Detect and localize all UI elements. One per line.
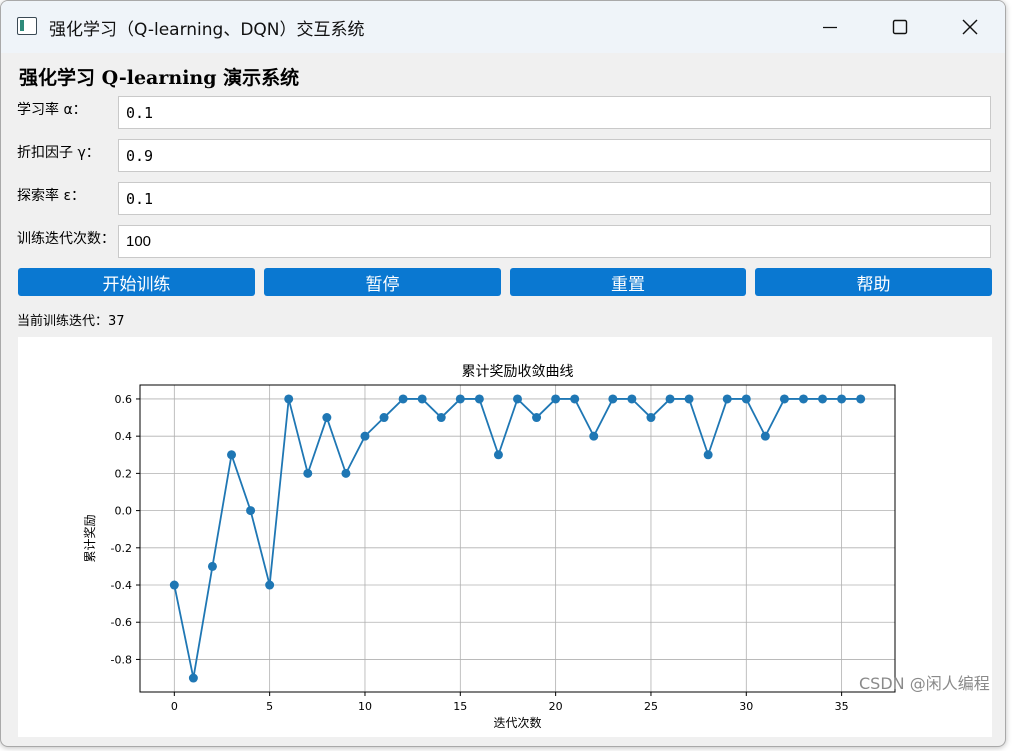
alpha-input[interactable] xyxy=(118,96,991,129)
x-tick-label: 5 xyxy=(266,700,273,713)
y-tick-label: -0.2 xyxy=(111,542,132,555)
data-point xyxy=(722,394,732,404)
data-point xyxy=(703,450,713,460)
data-point xyxy=(627,394,637,404)
y-tick-label: 0.0 xyxy=(115,505,133,518)
x-tick-label: 25 xyxy=(644,700,658,713)
chart-title: 累计奖励收敛曲线 xyxy=(462,363,574,380)
data-point xyxy=(551,394,561,404)
data-point xyxy=(169,580,179,590)
data-point xyxy=(513,394,522,404)
plot-frame xyxy=(139,384,896,693)
reset-button[interactable]: 重置 xyxy=(510,268,746,296)
series-line xyxy=(173,397,861,679)
data-point xyxy=(779,394,789,404)
data-point xyxy=(493,450,503,460)
page-title: 强化学习 Q-learning 演示系统 xyxy=(19,67,300,89)
iterations-label: 训练迭代次数： xyxy=(17,231,115,247)
window-title: 强化学习（Q-learning、DQN）交互系统 xyxy=(49,20,365,40)
current-iteration-status: 当前训练迭代：37 xyxy=(17,314,125,329)
data-point xyxy=(856,394,866,404)
x-tick-label: 35 xyxy=(835,700,849,713)
epsilon-input[interactable] xyxy=(118,182,991,215)
data-point xyxy=(570,394,580,404)
x-tick-label: 0 xyxy=(171,700,178,713)
maximize-icon xyxy=(892,19,908,35)
alpha-label: 学习率 α： xyxy=(17,102,87,118)
data-point xyxy=(207,561,217,571)
help-button[interactable]: 帮助 xyxy=(755,268,992,296)
data-point xyxy=(341,468,351,478)
data-point xyxy=(227,450,237,460)
y-axis-label: 累计奖励 xyxy=(83,514,97,562)
chart-panel: 0 5 10 15 20 25 30 35 -0.8 -0.6 -0.4 -0.2 0.0 0.2 0.4 0… xyxy=(18,337,992,737)
data-point xyxy=(646,413,656,423)
pause-button[interactable]: 暂停 xyxy=(264,268,501,296)
y-tick-label: 0.4 xyxy=(115,430,133,443)
x-tick-label: 20 xyxy=(549,700,563,713)
title-bar[interactable]: 强化学习（Q-learning、DQN）交互系统 xyxy=(1,1,1005,53)
gamma-input[interactable] xyxy=(118,139,991,172)
minimize-icon xyxy=(823,26,837,29)
watermark: CSDN @闲人编程 xyxy=(859,674,990,693)
x-tick-label: 30 xyxy=(739,700,753,713)
data-point xyxy=(398,394,408,404)
app-icon xyxy=(17,17,37,35)
data-point xyxy=(532,413,542,423)
x-tick-label: 10 xyxy=(358,700,372,713)
data-point xyxy=(188,673,198,683)
data-point xyxy=(379,413,389,423)
close-button[interactable] xyxy=(935,1,1005,53)
iterations-input[interactable] xyxy=(118,225,991,258)
data-point xyxy=(665,394,675,404)
maximize-button[interactable] xyxy=(865,1,935,53)
close-icon xyxy=(962,19,978,35)
data-point xyxy=(798,394,808,404)
data-point xyxy=(322,413,332,423)
data-point xyxy=(818,394,828,404)
start-training-button[interactable]: 开始训练 xyxy=(18,268,255,296)
data-point xyxy=(303,468,313,478)
app-window: 强化学习（Q-learning、DQN）交互系统 强化学习 Q-learning… xyxy=(0,0,1006,747)
data-point xyxy=(741,394,751,404)
y-tick-label: 0.2 xyxy=(115,467,133,480)
data-point xyxy=(760,431,770,441)
data-point xyxy=(837,394,847,404)
reward-chart: 0 5 10 15 20 25 30 35 -0.8 -0.6 -0.4 -0.2 0.0 0.2 0.4 0… xyxy=(83,363,896,730)
data-point xyxy=(265,580,275,590)
data-point xyxy=(417,394,427,404)
main-content: 强化学习 Q-learning 演示系统 学习率 α： 折扣因子 γ： 探索率 … xyxy=(1,53,1005,746)
data-point xyxy=(284,394,294,404)
data-point xyxy=(436,413,446,423)
minimize-button[interactable] xyxy=(795,1,865,53)
data-point xyxy=(608,394,618,404)
y-tick-label: -0.8 xyxy=(111,653,132,666)
data-point xyxy=(360,431,370,441)
y-tick-label: -0.4 xyxy=(111,579,132,592)
y-tick-label: -0.6 xyxy=(111,616,132,629)
y-tick-label: 0.6 xyxy=(115,393,133,406)
data-point xyxy=(589,431,599,441)
gamma-label: 折扣因子 γ： xyxy=(17,145,100,161)
data-point xyxy=(684,394,694,404)
x-tick-label: 15 xyxy=(453,700,467,713)
x-axis-label: 迭代次数 xyxy=(493,715,541,730)
data-point xyxy=(246,506,256,516)
epsilon-label: 探索率 ε： xyxy=(17,188,86,204)
data-point xyxy=(474,394,484,404)
data-point xyxy=(455,394,465,404)
